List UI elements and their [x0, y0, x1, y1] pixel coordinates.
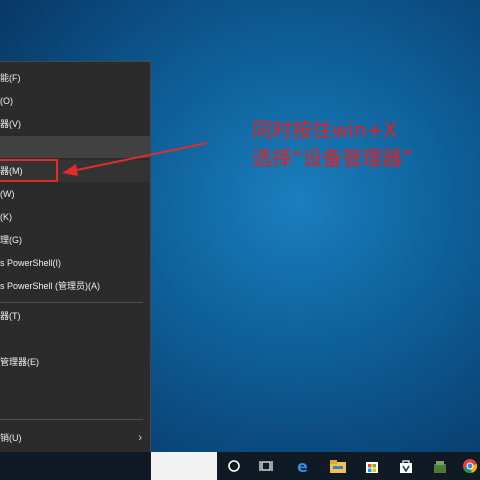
menu-item-label: (W): [0, 189, 15, 199]
annotation-line-2: 选择“设备管理器”: [252, 146, 413, 170]
file-explorer-icon[interactable]: [328, 456, 348, 476]
winx-context-menu: 能(F) (O) 器(V) 器(M) (W) (K) 理(G) s PowerS…: [0, 61, 151, 452]
menu-item-label: 管理器(E): [0, 357, 39, 367]
menu-item-power-options[interactable]: 能(F): [0, 67, 150, 89]
menu-item-event-viewer[interactable]: (O): [0, 90, 150, 112]
taskbar: e: [0, 452, 480, 480]
menu-item-shutdown-signout[interactable]: 销(U) ›: [0, 427, 150, 449]
menu-item-network-connections[interactable]: (W): [0, 183, 150, 205]
store-bag-icon[interactable]: [396, 456, 416, 476]
task-view-icon[interactable]: [256, 456, 276, 476]
menu-item-label: 能(F): [0, 73, 21, 83]
menu-item-label: 器(T): [0, 311, 21, 321]
menu-item-disk-management[interactable]: (K): [0, 206, 150, 228]
menu-item-powershell[interactable]: s PowerShell(I): [0, 252, 150, 274]
svg-text:e: e: [297, 458, 308, 474]
app-icon[interactable]: [430, 456, 450, 476]
search-box[interactable]: [151, 452, 217, 480]
menu-item-label: (K): [0, 212, 12, 222]
menu-item-label: s PowerShell (管理员)(A): [0, 281, 101, 291]
menu-item-system[interactable]: 器(V): [0, 113, 150, 135]
menu-item-file-explorer[interactable]: 管理器(E): [0, 351, 150, 373]
menu-item-label: 理(G): [0, 235, 22, 245]
menu-separator: [0, 419, 143, 420]
annotation-line-1: 同时按住win+X: [252, 118, 398, 142]
menu-item-label: 销(U): [0, 433, 22, 443]
cortana-icon[interactable]: [224, 456, 244, 476]
menu-item-label: 器(V): [0, 119, 21, 129]
menu-item-task-manager[interactable]: 器(T): [0, 305, 150, 327]
menu-separator: [0, 302, 143, 303]
highlight-box: [0, 159, 58, 182]
store-icon[interactable]: [362, 456, 382, 476]
edge-icon[interactable]: e: [293, 456, 313, 476]
menu-item-settings[interactable]: [0, 328, 150, 350]
menu-item-computer-management[interactable]: 理(G): [0, 229, 150, 251]
menu-item-powershell-admin[interactable]: s PowerShell (管理员)(A): [0, 275, 150, 297]
menu-item-label: (O): [0, 96, 13, 106]
chrome-icon[interactable]: [460, 456, 480, 476]
menu-item-label: s PowerShell(I): [0, 258, 62, 268]
chevron-right-icon: ›: [138, 432, 142, 444]
menu-item-hovered[interactable]: [0, 136, 150, 158]
